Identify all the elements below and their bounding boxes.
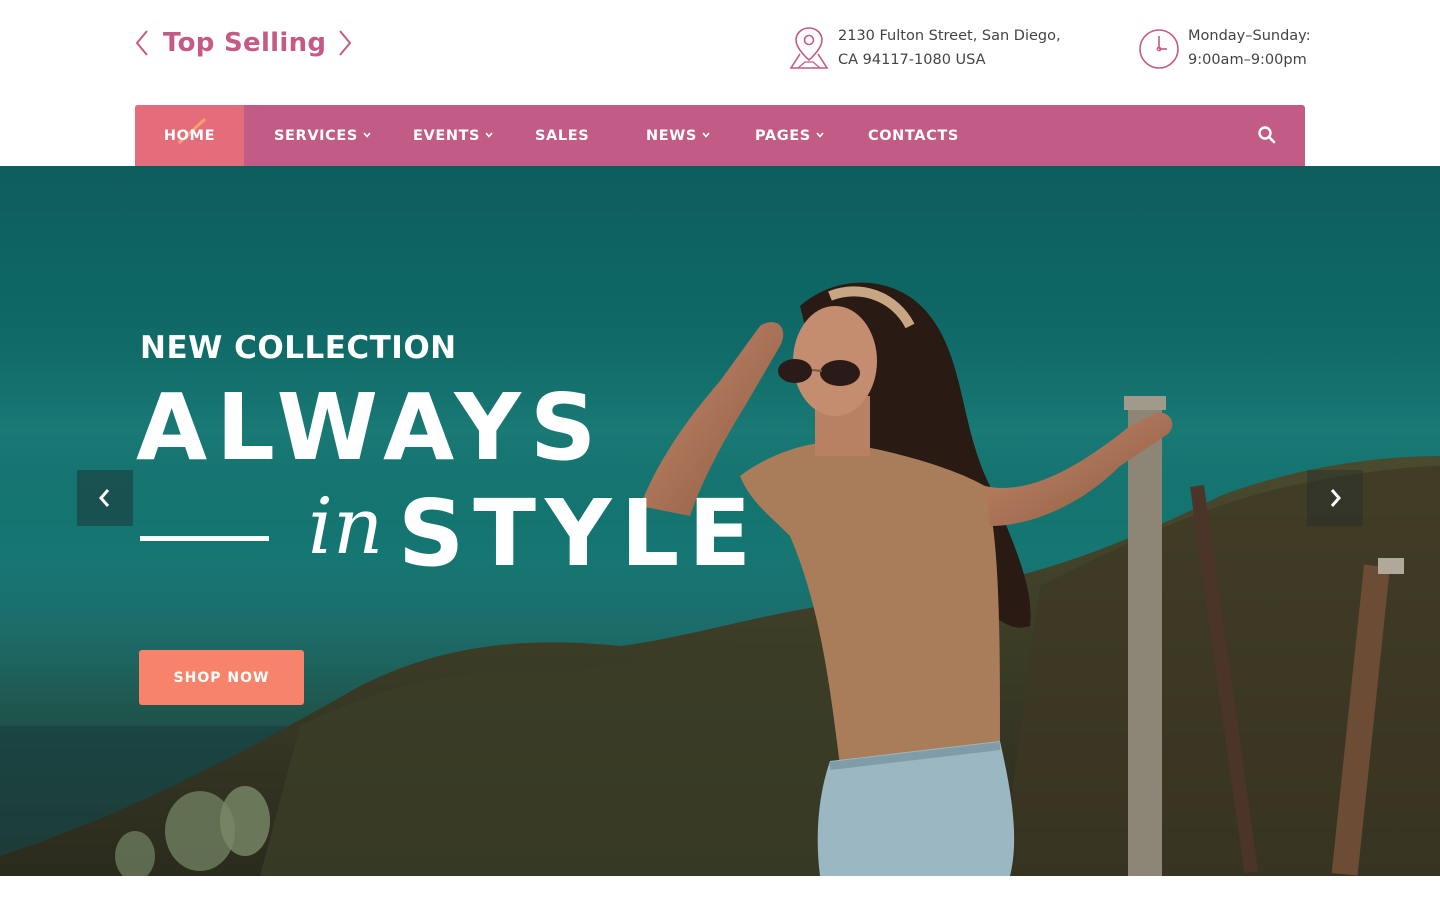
chevron-down-icon bbox=[485, 131, 493, 138]
clock-icon bbox=[1139, 29, 1179, 69]
address-block: 2130 Fulton Street, San Diego, CA 94117-… bbox=[788, 24, 1061, 72]
slider-prev-button[interactable] bbox=[77, 470, 133, 526]
chevron-down-icon bbox=[702, 131, 710, 138]
nav-item-home[interactable]: HOME bbox=[135, 105, 244, 166]
map-pin-icon bbox=[789, 27, 829, 69]
nav-item-events[interactable]: EVENTS bbox=[413, 105, 493, 166]
nav-label: SALES bbox=[535, 127, 590, 144]
shop-now-button[interactable]: SHOP NOW bbox=[139, 650, 304, 705]
hours-block: Monday–Sunday: 9:00am–9:00pm bbox=[1138, 24, 1311, 72]
chevron-left-icon bbox=[135, 30, 148, 56]
nav-label: SERVICES bbox=[274, 127, 358, 144]
hours-line-1: Monday–Sunday: bbox=[1188, 28, 1311, 44]
nav-label: EVENTS bbox=[413, 127, 481, 144]
nav-label: PAGES bbox=[755, 127, 811, 144]
chevron-right-icon bbox=[339, 30, 352, 56]
hero-slider: NEW COLLECTION ALWAYS in STYLE SHOP NOW bbox=[0, 166, 1440, 876]
hero-kicker: NEW COLLECTION bbox=[140, 330, 457, 366]
nav-item-services[interactable]: SERVICES bbox=[274, 105, 371, 166]
logo[interactable]: Top Selling bbox=[133, 26, 354, 60]
chevron-down-icon bbox=[816, 131, 824, 138]
chevron-left-icon bbox=[99, 489, 110, 507]
logo-text: Top Selling bbox=[163, 28, 327, 58]
hero-divider bbox=[140, 536, 269, 541]
nav-item-contacts[interactable]: CONTACTS bbox=[868, 105, 959, 166]
nav-label: CONTACTS bbox=[868, 127, 959, 144]
address-line-1: 2130 Fulton Street, San Diego, bbox=[838, 28, 1061, 44]
chevron-right-icon bbox=[1330, 489, 1341, 507]
nav-label: NEWS bbox=[646, 127, 697, 144]
hero-title-line-2: STYLE bbox=[398, 480, 761, 587]
hero-title-in: in bbox=[308, 482, 384, 572]
nav-label: HOME bbox=[163, 127, 216, 144]
nav-item-news[interactable]: NEWS bbox=[646, 105, 710, 166]
top-bar: Top Selling 2130 Fulton Street, San Dieg… bbox=[0, 0, 1440, 105]
hero-title-line-1: ALWAYS bbox=[136, 374, 606, 481]
search-icon[interactable] bbox=[1257, 125, 1277, 145]
slider-next-button[interactable] bbox=[1307, 470, 1363, 526]
nav-item-sales[interactable]: SALES bbox=[535, 105, 589, 166]
main-nav: HOME SERVICES EVENTS SALES NEWS PAGES CO… bbox=[135, 105, 1305, 166]
chevron-down-icon bbox=[363, 131, 371, 138]
address-line-2: CA 94117-1080 USA bbox=[838, 52, 986, 68]
nav-item-pages[interactable]: PAGES bbox=[755, 105, 824, 166]
hours-line-2: 9:00am–9:00pm bbox=[1188, 52, 1307, 68]
